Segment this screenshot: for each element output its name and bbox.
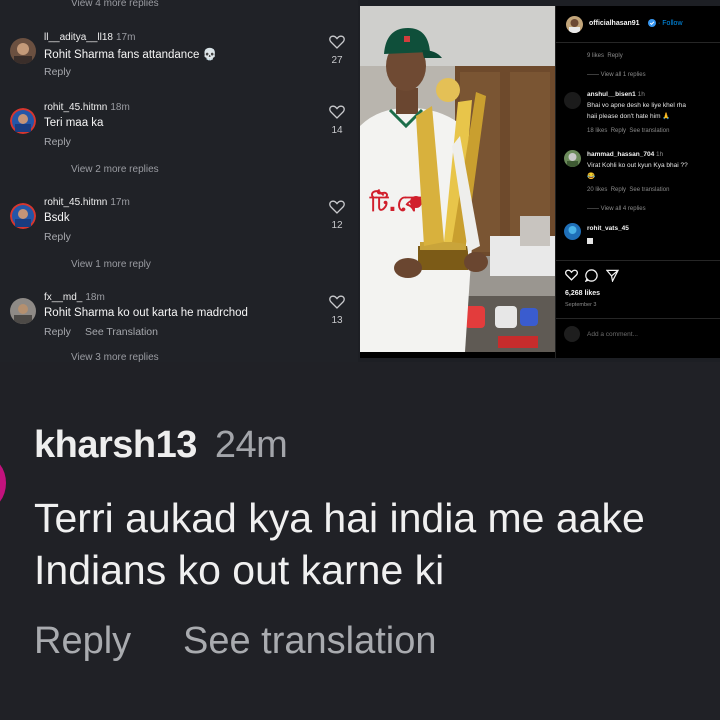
avatar[interactable]	[10, 108, 36, 134]
comment-time: 24m	[214, 424, 288, 466]
follow-button[interactable]: Follow	[662, 20, 682, 27]
comment-time: 17m	[115, 32, 136, 43]
comment-text: Terri aukad kya hai india me aake Indian…	[34, 492, 720, 596]
comment-username[interactable]: rohit_45.hitmn 18m	[44, 102, 130, 113]
comment-meta: 9 likes Reply	[587, 53, 623, 59]
comments-panel: View 4 more replies ll__aditya__ll18 17m …	[0, 0, 358, 362]
divider	[556, 42, 720, 43]
view-more-replies-link[interactable]: View 2 more replies	[71, 164, 159, 175]
comment-text: Virat Kohli ko out kyun Kya bhai ??	[587, 162, 688, 169]
post-date: September 3	[565, 302, 597, 308]
avatar[interactable]	[564, 150, 581, 167]
comment-item: rohit_45.hitmn 18m Teri maa ka Reply 14	[0, 102, 358, 182]
comment-time: 17m	[110, 197, 130, 208]
comment-sticker	[587, 238, 593, 244]
like-count: 13	[331, 315, 343, 326]
reply-button[interactable]: Reply	[44, 231, 71, 243]
comment-meta: 18 likes Reply See translation	[587, 128, 670, 134]
heart-icon[interactable]	[329, 35, 345, 49]
see-translation-button[interactable]: See translation	[629, 187, 669, 193]
reply-button[interactable]: Reply	[44, 136, 71, 148]
view-more-replies-link[interactable]: View 3 more replies	[71, 352, 159, 362]
view-more-replies-link[interactable]: View 4 more replies	[71, 0, 159, 9]
comment-time: 18m	[85, 292, 105, 303]
post-photo[interactable]: টি.কে	[360, 6, 555, 352]
heart-icon[interactable]	[565, 269, 578, 281]
comment-item: ll__aditya__ll18 17m Rohit Sharma fans at…	[0, 32, 358, 112]
reply-button[interactable]: Reply	[34, 620, 131, 663]
instagram-post: টি.কে officialhasan91 · Follow 9 likes R…	[360, 6, 720, 358]
post-likes-count[interactable]: 6,268 likes	[565, 290, 600, 297]
verified-badge-icon	[648, 19, 656, 27]
divider	[556, 318, 720, 319]
comment-username[interactable]: fx__md_ 18m	[44, 292, 105, 303]
avatar-story-ring[interactable]	[0, 457, 6, 509]
avatar[interactable]	[564, 92, 581, 109]
author-username[interactable]: officialhasan91	[589, 20, 640, 27]
comment-item: rohit_45.hitmn 17m Bsdk Reply 12	[0, 197, 358, 277]
add-comment-input[interactable]: Add a comment...	[587, 331, 638, 338]
comment-username[interactable]: rohit_45.hitmn 17m	[44, 197, 130, 208]
comment-text: 😂	[587, 173, 596, 180]
reply-button[interactable]: Reply	[611, 187, 626, 193]
divider	[556, 260, 720, 261]
comment-username[interactable]: hammad_hassan_704 1h	[587, 151, 663, 158]
share-icon[interactable]	[606, 269, 619, 282]
heart-icon[interactable]	[329, 295, 345, 309]
comment-time: 1h	[637, 91, 645, 98]
comment-item: fx__md_ 18m Rohit Sharma ko out karta he …	[0, 292, 358, 362]
comment-username[interactable]: kharsh13	[34, 424, 197, 466]
avatar[interactable]	[10, 203, 36, 229]
avatar[interactable]	[10, 38, 36, 64]
comment-time: 1h	[656, 151, 664, 158]
comment-text-line: Terri aukad kya hai india me aake	[34, 495, 645, 541]
author-avatar[interactable]	[566, 16, 583, 33]
see-translation-button[interactable]: See translation	[183, 620, 437, 663]
like-count: 27	[331, 55, 343, 66]
comment-text: Rohit Sharma ko out karta he madrchod	[44, 307, 248, 319]
my-avatar	[564, 326, 580, 342]
comment-text-line: Indians ko out karne ki	[34, 547, 445, 593]
see-translation-button[interactable]: See Translation	[85, 326, 158, 338]
see-translation-button[interactable]: See translation	[629, 128, 669, 134]
comment-time: 18m	[110, 102, 130, 113]
comment-username[interactable]: anshul__bisen1 1h	[587, 91, 645, 98]
comment-icon[interactable]	[585, 269, 598, 282]
comment-text: Bsdk	[44, 212, 70, 224]
view-replies-link[interactable]: —— View all 1 replies	[587, 72, 646, 78]
comment-text: Teri maa ka	[44, 117, 104, 129]
comment-text: Bhai vo apne desh ke liye khel rha	[587, 102, 687, 109]
heart-icon[interactable]	[329, 200, 345, 214]
comment-username[interactable]: ll__aditya__ll18 17m	[44, 32, 135, 43]
like-count: 14	[331, 125, 343, 136]
reply-button[interactable]: Reply	[44, 66, 71, 78]
comment-username[interactable]: rohit_vats_45	[587, 225, 629, 232]
view-replies-link[interactable]: —— View all 4 replies	[587, 206, 646, 212]
zoomed-comment: kharsh13 24m Terri aukad kya hai india me…	[0, 362, 720, 720]
avatar[interactable]	[10, 298, 36, 324]
reply-button[interactable]: Reply	[611, 128, 626, 134]
view-more-replies-link[interactable]: View 1 more reply	[71, 259, 151, 270]
comment-header: kharsh13 24m	[34, 424, 288, 467]
comment-meta: 20 likes Reply See translation	[587, 187, 670, 193]
post-sidebar: officialhasan91 · Follow 9 likes Reply —…	[555, 6, 720, 358]
reply-button[interactable]: Reply	[44, 326, 71, 338]
heart-icon[interactable]	[329, 105, 345, 119]
comment-text: Rohit Sharma fans attandance 💀	[44, 49, 217, 61]
like-count: 12	[331, 220, 343, 231]
comment-text: haii please don't hate him 🙏	[587, 113, 671, 120]
avatar[interactable]	[564, 223, 581, 240]
reply-button[interactable]: Reply	[607, 53, 622, 59]
